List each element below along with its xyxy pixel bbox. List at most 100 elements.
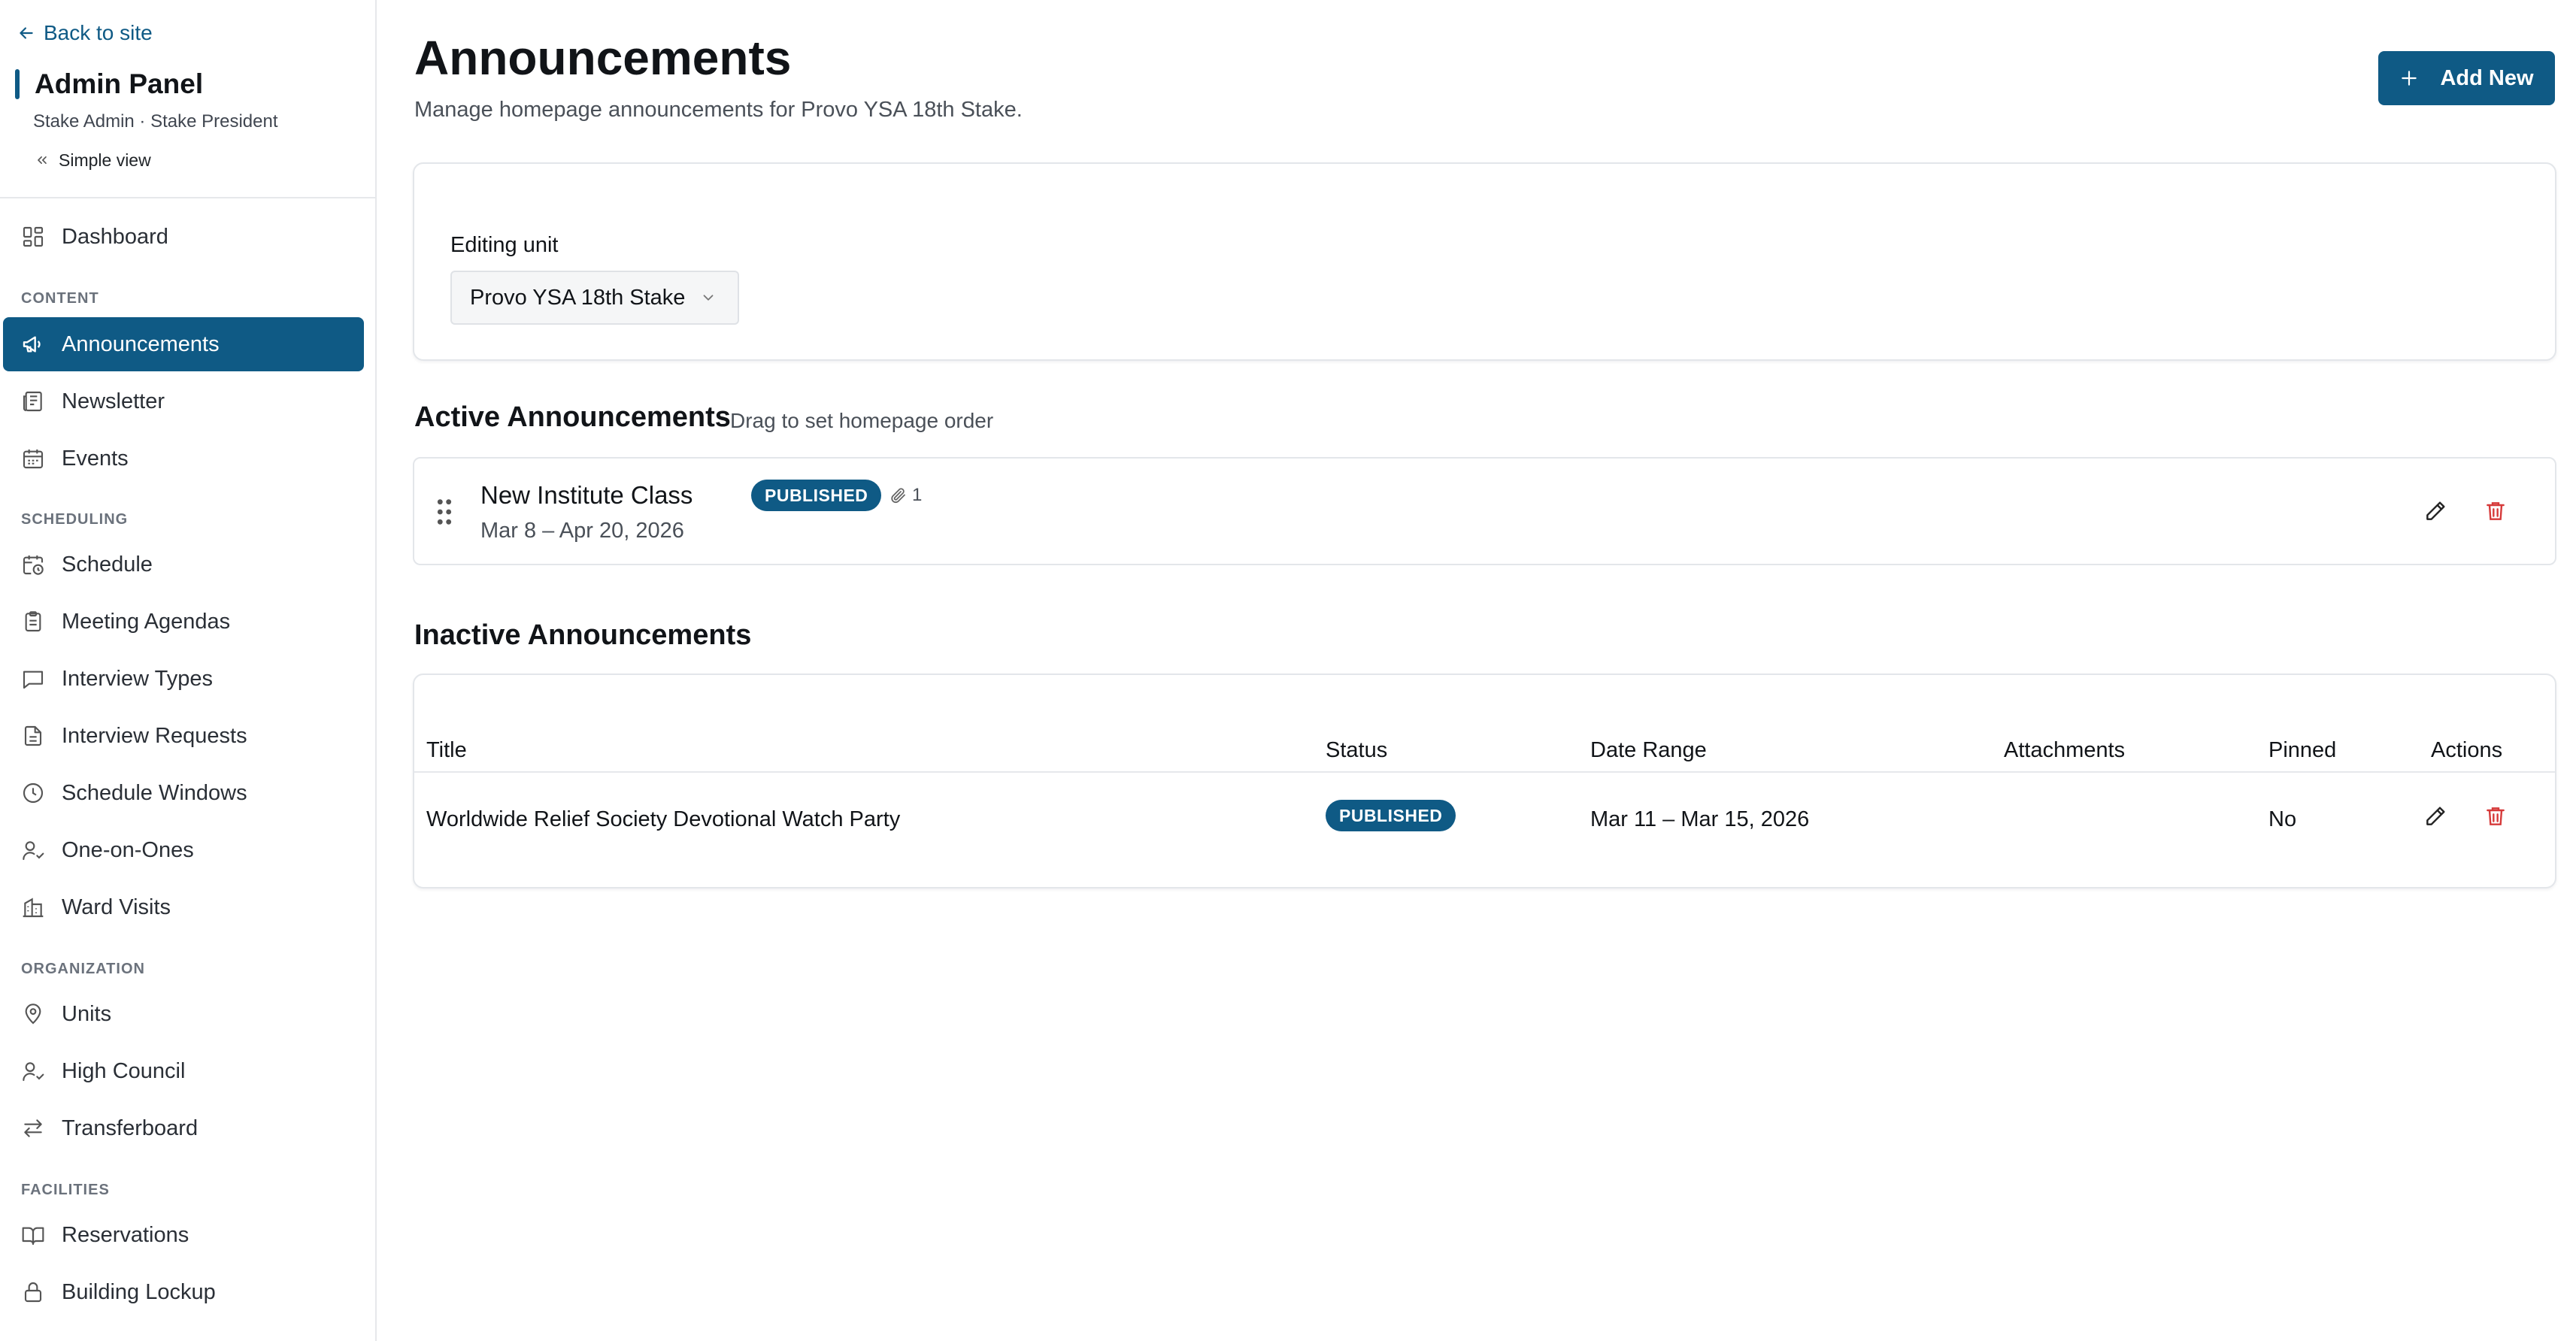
sidebar-item-label: Transferboard xyxy=(62,1115,199,1140)
panel-title-accent xyxy=(15,69,20,99)
add-new-button[interactable]: Add New xyxy=(2378,51,2555,105)
sidebar-item-building-lockup[interactable]: Building Lockup xyxy=(3,1265,364,1319)
table-header-divider xyxy=(414,771,2555,773)
clipboard-icon xyxy=(25,611,41,632)
main-content: Announcements Manage homepage announceme… xyxy=(377,0,2576,1341)
sidebar-item-label: Interview Requests xyxy=(62,723,247,748)
sidebar-item-interview-types[interactable]: Interview Types xyxy=(3,652,364,706)
sidebar-item-high-council[interactable]: High Council xyxy=(3,1044,364,1098)
unit-picker-card: Editing unit Provo YSA 18th Stake xyxy=(413,162,2556,361)
sidebar-item-events[interactable]: Events xyxy=(3,431,364,486)
simple-view-toggle[interactable]: Simple view xyxy=(35,147,151,173)
pencil-icon xyxy=(2426,807,2445,825)
sidebar-item-label: One-on-Ones xyxy=(62,837,194,862)
plus-icon xyxy=(2402,71,2417,86)
sidebar-item-label: High Council xyxy=(62,1058,186,1083)
megaphone-icon xyxy=(23,336,41,353)
dashboard-icon xyxy=(23,226,44,247)
inactive-announcements-table: Title Status Date Range Attachments Pinn… xyxy=(413,674,2556,888)
editing-unit-label: Editing unit xyxy=(450,233,559,257)
sidebar-item-label: Ward Visits xyxy=(62,895,171,919)
drag-handle-icon[interactable] xyxy=(435,498,453,526)
sidebar-item-ward-visits[interactable]: Ward Visits xyxy=(3,880,364,934)
sidebar-item-meeting-agendas[interactable]: Meeting Agendas xyxy=(3,595,364,649)
nav-section-content: CONTENT xyxy=(21,290,99,307)
sidebar-item-schedule[interactable]: Schedule xyxy=(3,537,364,592)
edit-button[interactable] xyxy=(2417,493,2453,529)
newspaper-icon xyxy=(23,391,42,412)
sidebar-item-transferboard[interactable]: Transferboard xyxy=(3,1101,364,1155)
chevrons-left-icon xyxy=(38,156,47,164)
attachment-count: 1 xyxy=(889,484,922,507)
announcement-dates: Mar 8 – Apr 20, 2026 xyxy=(480,519,684,543)
sidebar-item-label: Announcements xyxy=(62,331,220,356)
sidebar-item-dashboard[interactable]: Dashboard xyxy=(3,210,364,264)
sidebar-item-interview-requests[interactable]: Interview Requests xyxy=(3,709,364,763)
nav-section-organization: ORGANIZATION xyxy=(21,961,145,977)
sidebar-item-schedule-windows[interactable]: Schedule Windows xyxy=(3,766,364,820)
column-header-title: Title xyxy=(426,738,467,762)
status-badge: PUBLISHED xyxy=(751,480,882,511)
row-date-range: Mar 11 – Mar 15, 2026 xyxy=(1590,807,1810,831)
sidebar-item-label: Meeting Agendas xyxy=(62,609,231,634)
simple-view-label: Simple view xyxy=(59,150,151,170)
user-check-icon xyxy=(23,841,44,861)
active-announcements-hint: Drag to set homepage order xyxy=(730,409,994,432)
arrows-left-right-icon xyxy=(24,1119,42,1137)
back-to-site-label: Back to site xyxy=(44,21,153,44)
edit-button[interactable] xyxy=(2417,798,2453,834)
sidebar-item-newsletter[interactable]: Newsletter xyxy=(3,374,364,428)
column-header-actions: Actions xyxy=(2431,738,2503,762)
file-text-icon xyxy=(24,725,42,746)
sidebar-item-label: Events xyxy=(62,446,129,471)
sidebar-item-one-on-ones[interactable]: One-on-Ones xyxy=(3,823,364,877)
editing-unit-value: Provo YSA 18th Stake xyxy=(470,285,686,310)
delete-button[interactable] xyxy=(2478,798,2514,834)
column-header-status: Status xyxy=(1326,738,1388,762)
nav-section-scheduling: SCHEDULING xyxy=(21,511,129,528)
sidebar-divider xyxy=(0,197,375,198)
inactive-announcements-title: Inactive Announcements xyxy=(414,619,752,651)
pencil-icon xyxy=(2426,501,2445,520)
clock-icon xyxy=(23,783,44,804)
delete-button[interactable] xyxy=(2478,493,2514,529)
calendar-clock-icon xyxy=(23,555,44,575)
map-pin-icon xyxy=(25,1003,41,1025)
building-icon xyxy=(23,898,44,918)
sidebar-item-units[interactable]: Units xyxy=(3,987,364,1041)
paperclip-icon xyxy=(891,488,905,504)
book-open-icon xyxy=(22,1227,44,1246)
editing-unit-select[interactable]: Provo YSA 18th Stake xyxy=(450,271,739,325)
back-to-site-link[interactable]: Back to site xyxy=(17,18,153,48)
page-title: Announcements xyxy=(414,31,792,85)
active-announcement-item[interactable]: New Institute Class PUBLISHED 1 Mar 8 – … xyxy=(413,457,2556,565)
calendar-icon xyxy=(23,450,44,469)
page-description: Manage homepage announcements for Provo … xyxy=(414,98,1023,122)
sidebar: Back to site Admin Panel Stake Admin · S… xyxy=(0,0,377,1341)
column-header-pinned: Pinned xyxy=(2268,738,2337,762)
chevron-down-icon xyxy=(703,295,714,301)
panel-title: Admin Panel xyxy=(15,65,203,104)
sidebar-item-label: Reservations xyxy=(62,1222,189,1247)
admin-app: Back to site Admin Panel Stake Admin · S… xyxy=(0,0,2576,1341)
sidebar-item-label: Units xyxy=(62,1001,112,1026)
trash-icon xyxy=(2487,502,2505,520)
sidebar-item-reservations[interactable]: Reservations xyxy=(3,1208,364,1262)
attachment-count-value: 1 xyxy=(912,485,923,505)
sidebar-item-announcements[interactable]: Announcements xyxy=(3,317,364,371)
row-pinned: No xyxy=(2268,807,2297,831)
sidebar-item-label: Schedule Windows xyxy=(62,780,247,805)
announcement-title: New Institute Class xyxy=(480,481,693,509)
status-badge: PUBLISHED xyxy=(1326,800,1456,831)
add-new-label: Add New xyxy=(2440,65,2534,90)
column-header-attachments: Attachments xyxy=(2004,738,2126,762)
lock-icon xyxy=(24,1282,42,1303)
arrow-left-icon xyxy=(20,27,33,39)
nav-section-facilities: FACILITIES xyxy=(21,1182,110,1198)
sidebar-item-label: Building Lockup xyxy=(62,1279,216,1304)
sidebar-item-label: Dashboard xyxy=(62,224,168,249)
panel-title-text: Admin Panel xyxy=(35,68,204,99)
sidebar-item-label: Interview Types xyxy=(62,666,213,691)
sidebar-item-label: Schedule xyxy=(62,552,153,577)
column-header-date-range: Date Range xyxy=(1590,738,1707,762)
